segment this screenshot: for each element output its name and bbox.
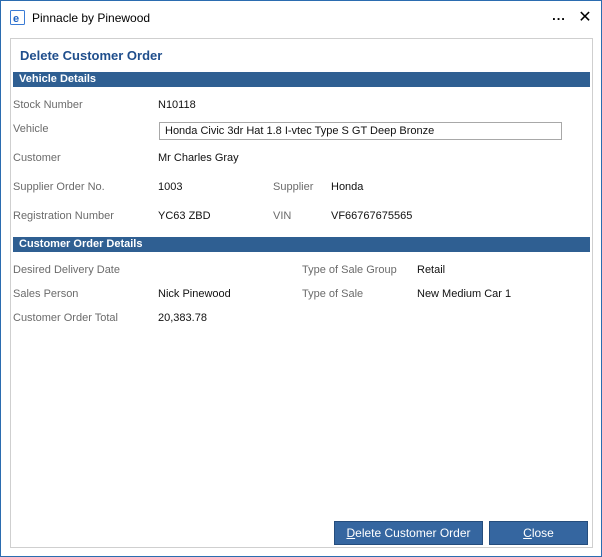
dialog-window: e Pinnacle by Pinewood ... ✕ Delete Cust… <box>0 0 602 557</box>
content-panel: Delete Customer Order Vehicle Details St… <box>10 38 593 548</box>
delete-customer-order-button[interactable]: Delete Customer Order <box>334 521 483 545</box>
vehicle-field[interactable]: Honda Civic 3dr Hat 1.8 I-vtec Type S GT… <box>159 122 562 140</box>
svg-text:e: e <box>13 13 19 25</box>
delete-button-label: elete Customer Order <box>355 526 471 540</box>
sales-person-label: Sales Person <box>13 288 79 300</box>
sales-person-value: Nick Pinewood <box>158 288 231 300</box>
sale-type-label: Type of Sale <box>302 288 364 300</box>
supplier-value: Honda <box>331 181 364 193</box>
sale-group-label: Type of Sale Group <box>302 264 397 276</box>
sale-group-value: Retail <box>417 264 446 276</box>
supplier-order-label: Supplier Order No. <box>13 181 105 193</box>
section-vehicle-details: Vehicle Details <box>13 72 590 87</box>
close-button[interactable]: Close <box>489 521 588 545</box>
close-window-button[interactable]: ✕ <box>571 5 599 31</box>
more-options-button[interactable]: ... <box>545 3 573 29</box>
supplier-order-value: 1003 <box>158 181 183 193</box>
vin-label: VIN <box>273 210 292 222</box>
close-button-label: lose <box>531 526 554 540</box>
customer-label: Customer <box>13 152 61 164</box>
title-bar[interactable]: e Pinnacle by Pinewood ... ✕ <box>1 1 601 34</box>
page-title: Delete Customer Order <box>20 48 163 63</box>
window-title: Pinnacle by Pinewood <box>32 11 151 25</box>
close-button-mnemonic: C <box>523 526 532 540</box>
delete-button-mnemonic: D <box>346 526 356 540</box>
vehicle-label: Vehicle <box>13 123 49 135</box>
stock-number-value: N10118 <box>158 99 196 111</box>
customer-value: Mr Charles Gray <box>158 152 239 164</box>
supplier-label: Supplier <box>273 181 314 193</box>
app-icon: e <box>10 10 25 25</box>
registration-value: YC63 ZBD <box>158 210 211 222</box>
delivery-date-label: Desired Delivery Date <box>13 264 120 276</box>
stock-number-label: Stock Number <box>13 99 83 111</box>
order-total-value: 20,383.78 <box>158 312 207 324</box>
section-customer-order-details: Customer Order Details <box>13 237 590 252</box>
sale-type-value: New Medium Car 1 <box>417 288 512 300</box>
vin-value: VF66767675565 <box>331 210 413 222</box>
order-total-label: Customer Order Total <box>13 312 118 324</box>
registration-label: Registration Number <box>13 210 114 222</box>
